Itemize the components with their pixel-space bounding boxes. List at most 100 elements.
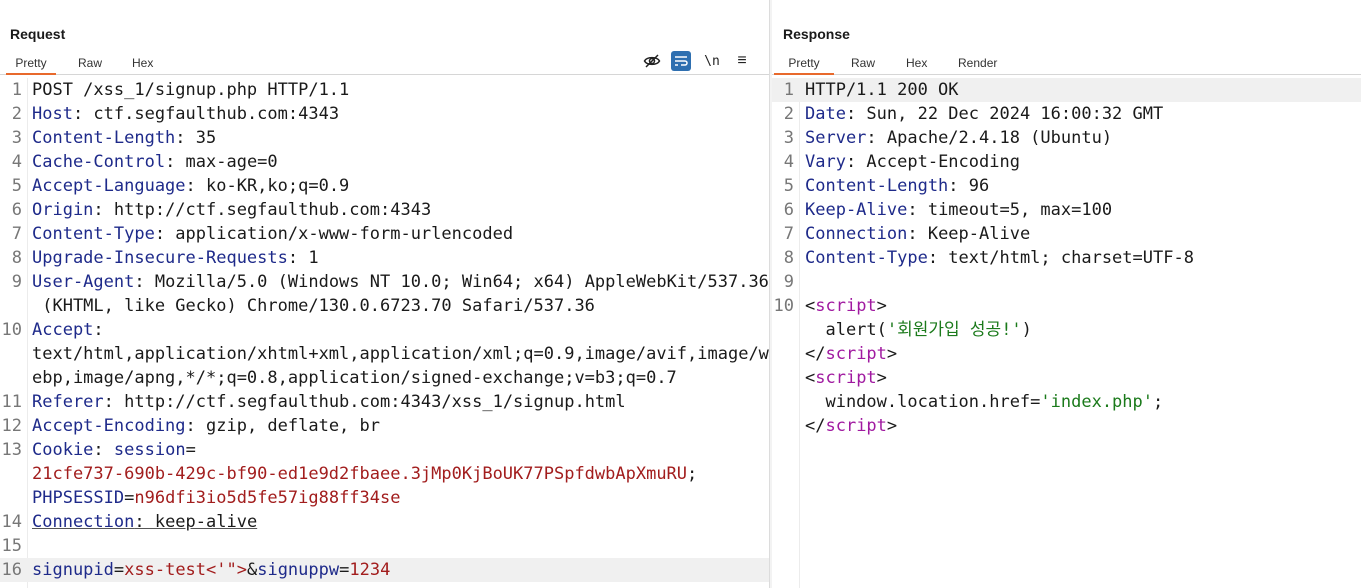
request-line-number: 9 (11, 272, 22, 292)
request-pane: Request Pretty Raw Hex \n ≡ 1 POST /xss_1… (0, 0, 769, 588)
request-code-line: 8 Upgrade-Insecure-Requests: 1 (0, 246, 769, 270)
response-title: Response (783, 26, 850, 42)
request-token: PHPSESSID (32, 488, 125, 508)
request-line-number: 2 (11, 104, 22, 124)
request-title: Request (10, 26, 66, 42)
request-tab-hex[interactable]: Hex (132, 53, 153, 73)
response-token: : Keep-Alive (907, 224, 1031, 244)
response-code-line: window.location.href='index.php'; (772, 390, 1361, 414)
request-token: Content-Length (32, 128, 176, 148)
response-line-number: 7 (783, 224, 794, 244)
response-code-line: 5 Content-Length: 96 (772, 174, 1361, 198)
response-token: alert( (805, 320, 887, 340)
request-token: : gzip, deflate, br (185, 416, 380, 436)
wrap-icon[interactable] (671, 51, 691, 71)
response-pane: Response Pretty Raw Hex Render 1 HTTP/1.1… (772, 0, 1361, 588)
request-code-line: (KHTML, like Gecko) Chrome/130.0.6723.70… (0, 294, 769, 318)
request-token: User-Agent (32, 272, 135, 292)
request-line-text: POST /xss_1/signup.php HTTP/1.1 (32, 78, 349, 102)
response-token: window.location.href= (805, 392, 1041, 412)
request-token: Referer (32, 392, 104, 412)
response-token: Date (805, 104, 846, 124)
request-code-line: PHPSESSID=n96dfi3io5d5fe57ig88ff34se (0, 486, 769, 510)
request-token: & (246, 560, 258, 580)
response-line-number: 9 (783, 272, 794, 292)
response-tabs: Pretty Raw Hex Render (772, 53, 1361, 75)
menu-icon[interactable]: ≡ (731, 50, 753, 72)
response-code-line: <script> (772, 366, 1361, 390)
request-token: : max-age=0 (165, 152, 278, 172)
request-line-number: 11 (1, 392, 22, 412)
request-tab-raw[interactable]: Raw (78, 53, 102, 73)
response-code-line: 4 Vary: Accept-Encoding (772, 150, 1361, 174)
response-token: ; (1153, 392, 1164, 412)
request-token: Accept-Encoding (32, 416, 186, 436)
response-line-text: window.location.href='index.php'; (805, 390, 1163, 414)
response-line-text: </script> (805, 342, 897, 366)
request-line-number: 8 (11, 248, 22, 268)
request-editor[interactable]: 1 POST /xss_1/signup.php HTTP/1.1 2 Host: c… (0, 78, 769, 588)
response-token: Content-Type (805, 248, 928, 268)
response-token: : Sun, 22 Dec 2024 16:00:32 GMT (845, 104, 1164, 124)
response-line-number: 6 (783, 200, 794, 220)
request-line-text: Host: ctf.segfaulthub.com:4343 (32, 102, 339, 126)
response-token: 'index.php' (1040, 392, 1153, 412)
request-toolbar: \n ≡ (639, 50, 759, 72)
request-code-line: 11 Referer: http://ctf.segfaulthub.com:43… (0, 390, 769, 414)
request-token: text/html,application/xhtml+xml,applicat… (32, 344, 769, 364)
request-line-text: Content-Length: 35 (32, 126, 216, 150)
request-line-number: 12 (1, 416, 22, 436)
response-line-number: 8 (783, 248, 794, 268)
response-token: < (805, 368, 816, 388)
response-line-text: <script> (805, 294, 887, 318)
request-line-text: text/html,application/xhtml+xml,applicat… (32, 342, 769, 366)
request-code-line: 7 Content-Type: application/x-www-form-ur… (0, 222, 769, 246)
request-code-line: 9 User-Agent: Mozilla/5.0 (Windows NT 10.… (0, 270, 769, 294)
request-line-text: Accept-Language: ko-KR,ko;q=0.9 (32, 174, 349, 198)
request-token: 1234 (349, 560, 391, 580)
newline-icon[interactable]: \n (701, 50, 723, 72)
request-line-text: Content-Type: application/x-www-form-url… (32, 222, 513, 246)
request-code-line: 13 Cookie: session= (0, 438, 769, 462)
request-code-line: 6 Origin: http://ctf.segfaulthub.com:4343 (0, 198, 769, 222)
request-line-text: Upgrade-Insecure-Requests: 1 (32, 246, 319, 270)
response-token: script (815, 368, 877, 388)
response-token: > (886, 416, 898, 436)
request-code-line: 10 Accept: (0, 318, 769, 342)
request-line-text: Accept: (32, 318, 104, 342)
response-tab-hex[interactable]: Hex (906, 53, 927, 73)
request-line-number: 16 (1, 560, 22, 580)
response-line-text: Vary: Accept-Encoding (805, 150, 1020, 174)
response-code-line: 6 Keep-Alive: timeout=5, max=100 (772, 198, 1361, 222)
response-editor[interactable]: 1 HTTP/1.1 200 OK 2 Date: Sun, 22 Dec 2024 … (772, 78, 1361, 588)
response-code-line: 8 Content-Type: text/html; charset=UTF-8 (772, 246, 1361, 270)
request-line-text: Cache-Control: max-age=0 (32, 150, 278, 174)
response-tab-pretty[interactable]: Pretty (774, 53, 834, 75)
response-line-text: Content-Type: text/html; charset=UTF-8 (805, 246, 1194, 270)
response-tab-render[interactable]: Render (958, 53, 997, 73)
response-code-line: 7 Connection: Keep-Alive (772, 222, 1361, 246)
request-token: POST /xss_1/signup.php HTTP/1.1 (32, 80, 350, 100)
response-code-line: alert('회원가입 성공!') (772, 318, 1361, 342)
request-tab-pretty[interactable]: Pretty (6, 53, 56, 75)
eye-slash-icon[interactable] (641, 50, 663, 72)
response-tab-raw[interactable]: Raw (851, 53, 875, 73)
request-line-text: Referer: http://ctf.segfaulthub.com:4343… (32, 390, 626, 414)
request-code-line: 12 Accept-Encoding: gzip, deflate, br (0, 414, 769, 438)
request-line-number: 3 (11, 128, 22, 148)
response-line-number: 3 (783, 128, 794, 148)
response-code-line: </script> (772, 342, 1361, 366)
request-line-number: 10 (1, 320, 22, 340)
request-code-line: 3 Content-Length: 35 (0, 126, 769, 150)
request-code-line: 1 POST /xss_1/signup.php HTTP/1.1 (0, 78, 769, 102)
response-token: > (876, 296, 887, 316)
request-code-line: 14 Connection: keep-alive (0, 510, 769, 534)
response-token: Vary (805, 152, 846, 172)
request-token: : Mozilla/5.0 (Windows NT 10.0; Win64; x… (134, 272, 769, 292)
response-token: script (815, 296, 877, 316)
request-code-line: 16 signupid=xss-test<'">&signuppw=1234 (0, 558, 769, 582)
request-token: n96dfi3io5d5fe57ig88ff34se (134, 488, 401, 508)
request-token: : application/x-www-form-urlencoded (154, 224, 514, 244)
request-token: : (93, 440, 114, 460)
response-token: > (876, 368, 887, 388)
